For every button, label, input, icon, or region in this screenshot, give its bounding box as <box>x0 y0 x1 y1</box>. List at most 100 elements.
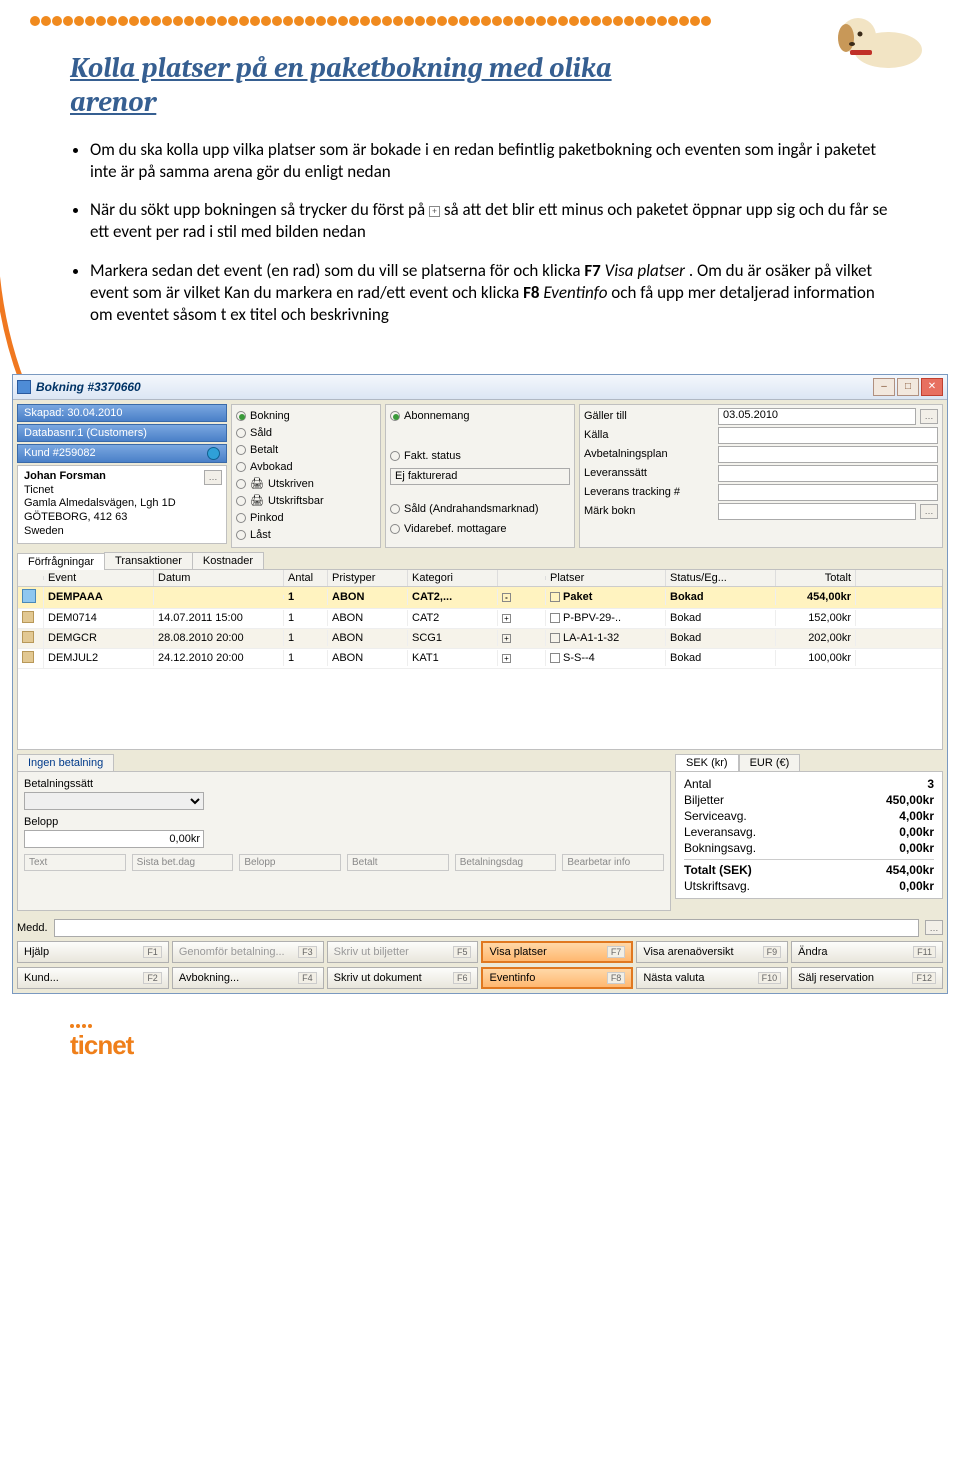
booking-window: Bokning #3370660 – □ ✕ Skapad: 30.04.201… <box>12 374 948 994</box>
customer-info-box: Johan Forsman … Ticnet Gamla Almedalsväg… <box>17 465 227 544</box>
package-cube-icon <box>22 589 36 603</box>
instruction-list: Om du ska kolla upp vilka platser som är… <box>90 139 890 326</box>
bullet-1: Om du ska kolla upp vilka platser som är… <box>90 139 890 183</box>
fn-f10-nasta-valuta[interactable]: Nästa valutaF10 <box>636 967 788 989</box>
function-key-row-2: Kund...F2 Avbokning...F4 Skriv ut dokume… <box>13 967 947 993</box>
table-row[interactable]: DEMGCR28.08.2010 20:001ABONSCG1+LA-A1-1-… <box>18 629 942 649</box>
events-grid: Event Datum Antal Pristyper Kategori Pla… <box>17 569 943 750</box>
ticnet-logo: ticnet <box>70 1024 960 1061</box>
mark-booking-picker[interactable]: … <box>920 504 938 519</box>
globe-icon[interactable] <box>207 447 220 460</box>
fn-f1-help[interactable]: HjälpF1 <box>17 941 169 963</box>
payment-plan-field[interactable] <box>718 446 938 463</box>
row-checkbox[interactable] <box>550 633 560 643</box>
source-field[interactable] <box>718 427 938 444</box>
row-expander[interactable]: + <box>502 634 511 643</box>
customer-addr1: Gamla Almedalsvägen, Lgh 1D <box>24 497 176 509</box>
tab-transaktioner[interactable]: Transaktioner <box>104 552 193 569</box>
col-betdag: Betalningsdag <box>455 854 557 871</box>
message-picker[interactable]: … <box>925 920 943 935</box>
tracking-field[interactable] <box>718 484 938 501</box>
payment-method-select[interactable] <box>24 792 204 810</box>
package-box-icon <box>22 611 34 623</box>
status-radio-group-2: Abonnemang Fakt. status Ej fakturerad Så… <box>385 404 575 548</box>
fn-f11-andra[interactable]: ÄndraF11 <box>791 941 943 963</box>
row-checkbox[interactable] <box>550 592 560 602</box>
table-row[interactable]: DEMPAAA1ABONCAT2,...-PaketBokad454,00kr <box>18 587 942 609</box>
title-line-2: arenor <box>70 86 156 118</box>
close-button[interactable]: ✕ <box>921 378 943 396</box>
booking-meta-panel: Gäller till03.05.2010… Källa Avbetalning… <box>579 404 943 548</box>
window-title: Bokning #3370660 <box>36 380 141 394</box>
printer-icon: 🖨 <box>250 477 264 491</box>
fn-f9-arenaover[interactable]: Visa arenaöversiktF9 <box>636 941 788 963</box>
tab-forfragningar[interactable]: Förfrågningar <box>17 553 105 570</box>
tab-eur[interactable]: EUR (€) <box>739 754 801 771</box>
row-expander[interactable]: + <box>502 614 511 623</box>
status-radio-group-1: Bokning Såld Betalt Avbokad 🖨Utskriven 🖨… <box>231 404 381 548</box>
customer-name: Johan Forsman <box>24 470 106 482</box>
amount-label: Belopp <box>24 816 664 828</box>
fn-f7-visa-platser[interactable]: Visa platserF7 <box>481 941 633 963</box>
fn-f8-eventinfo[interactable]: EventinfoF8 <box>481 967 633 989</box>
radio-pinkod[interactable] <box>236 513 246 523</box>
col-text: Text <box>24 854 126 871</box>
radio-abonnemang[interactable] <box>390 411 400 421</box>
bullet-2: När du sökt upp bokningen så trycker du … <box>90 199 890 243</box>
row-checkbox[interactable] <box>550 653 560 663</box>
database-bar: Databasnr.1 (Customers) <box>17 424 227 442</box>
radio-sald-andrahand[interactable] <box>390 504 400 514</box>
fn-f4-avbokning[interactable]: Avbokning...F4 <box>172 967 324 989</box>
payment-panel: Betalningssätt Belopp Text Sista bet.dag… <box>17 771 671 911</box>
radio-bokning[interactable] <box>236 411 246 421</box>
title-line-1: Kolla platser på en paketbokning med oli… <box>70 52 612 84</box>
customer-org: Ticnet <box>24 484 54 496</box>
package-box-icon <box>22 631 34 643</box>
col-betalt: Betalt <box>347 854 449 871</box>
amount-input[interactable] <box>24 830 204 848</box>
valid-until-field[interactable]: 03.05.2010 <box>718 408 916 425</box>
totals-panel: Antal3 Biljetter450,00kr Serviceavg.4,00… <box>675 771 943 899</box>
fn-f5-skriv-biljetter[interactable]: Skriv ut biljetterF5 <box>327 941 479 963</box>
row-expander[interactable]: - <box>502 593 511 602</box>
col-belopp: Belopp <box>239 854 341 871</box>
tab-ingen-betalning[interactable]: Ingen betalning <box>17 754 114 771</box>
minimize-button[interactable]: – <box>873 378 895 396</box>
plus-expand-icon: + <box>429 206 440 217</box>
message-input[interactable] <box>54 919 919 937</box>
function-key-row-1: HjälpF1 Genomför betalning...F3 Skriv ut… <box>13 941 947 967</box>
customer-edit-button[interactable]: … <box>204 470 222 485</box>
fn-f3-genomfor[interactable]: Genomför betalning...F3 <box>172 941 324 963</box>
payment-method-label: Betalningssätt <box>24 778 664 790</box>
window-app-icon <box>17 380 31 394</box>
print-ok-icon: 🖨 <box>250 494 264 508</box>
radio-utskriftsbar[interactable] <box>236 496 246 506</box>
tab-kostnader[interactable]: Kostnader <box>192 552 264 569</box>
fn-f2-kund[interactable]: Kund...F2 <box>17 967 169 989</box>
table-row[interactable]: DEM071414.07.2011 15:001ABONCAT2+P-BPV-2… <box>18 609 942 629</box>
radio-vidarebef[interactable] <box>390 524 400 534</box>
mark-booking-field[interactable] <box>718 503 916 520</box>
radio-fakt-status[interactable] <box>390 451 400 461</box>
col-sista: Sista bet.dag <box>132 854 234 871</box>
fn-f6-skriv-dokument[interactable]: Skriv ut dokumentF6 <box>327 967 479 989</box>
valid-until-picker[interactable]: … <box>920 409 938 424</box>
radio-betalt[interactable] <box>236 445 246 455</box>
row-expander[interactable]: + <box>502 654 511 663</box>
radio-utskriven[interactable] <box>236 479 246 489</box>
radio-last[interactable] <box>236 530 246 540</box>
created-bar: Skapad: 30.04.2010 <box>17 404 227 422</box>
fn-f12-salj-reservation[interactable]: Sälj reservationF12 <box>791 967 943 989</box>
window-titlebar: Bokning #3370660 – □ ✕ <box>13 375 947 400</box>
table-row[interactable]: DEMJUL224.12.2010 20:001ABONKAT1+S-S--4B… <box>18 649 942 669</box>
fakt-status-field: Ej fakturerad <box>390 468 570 485</box>
customer-bar[interactable]: Kund #259082 <box>17 444 227 463</box>
delivery-method-field[interactable] <box>718 465 938 482</box>
maximize-button[interactable]: □ <box>897 378 919 396</box>
radio-sald[interactable] <box>236 428 246 438</box>
tab-sek[interactable]: SEK (kr) <box>675 754 739 771</box>
radio-avbokad[interactable] <box>236 462 246 472</box>
customer-country: Sweden <box>24 525 64 537</box>
customer-addr2: GÖTEBORG, 412 63 <box>24 511 127 523</box>
row-checkbox[interactable] <box>550 613 560 623</box>
